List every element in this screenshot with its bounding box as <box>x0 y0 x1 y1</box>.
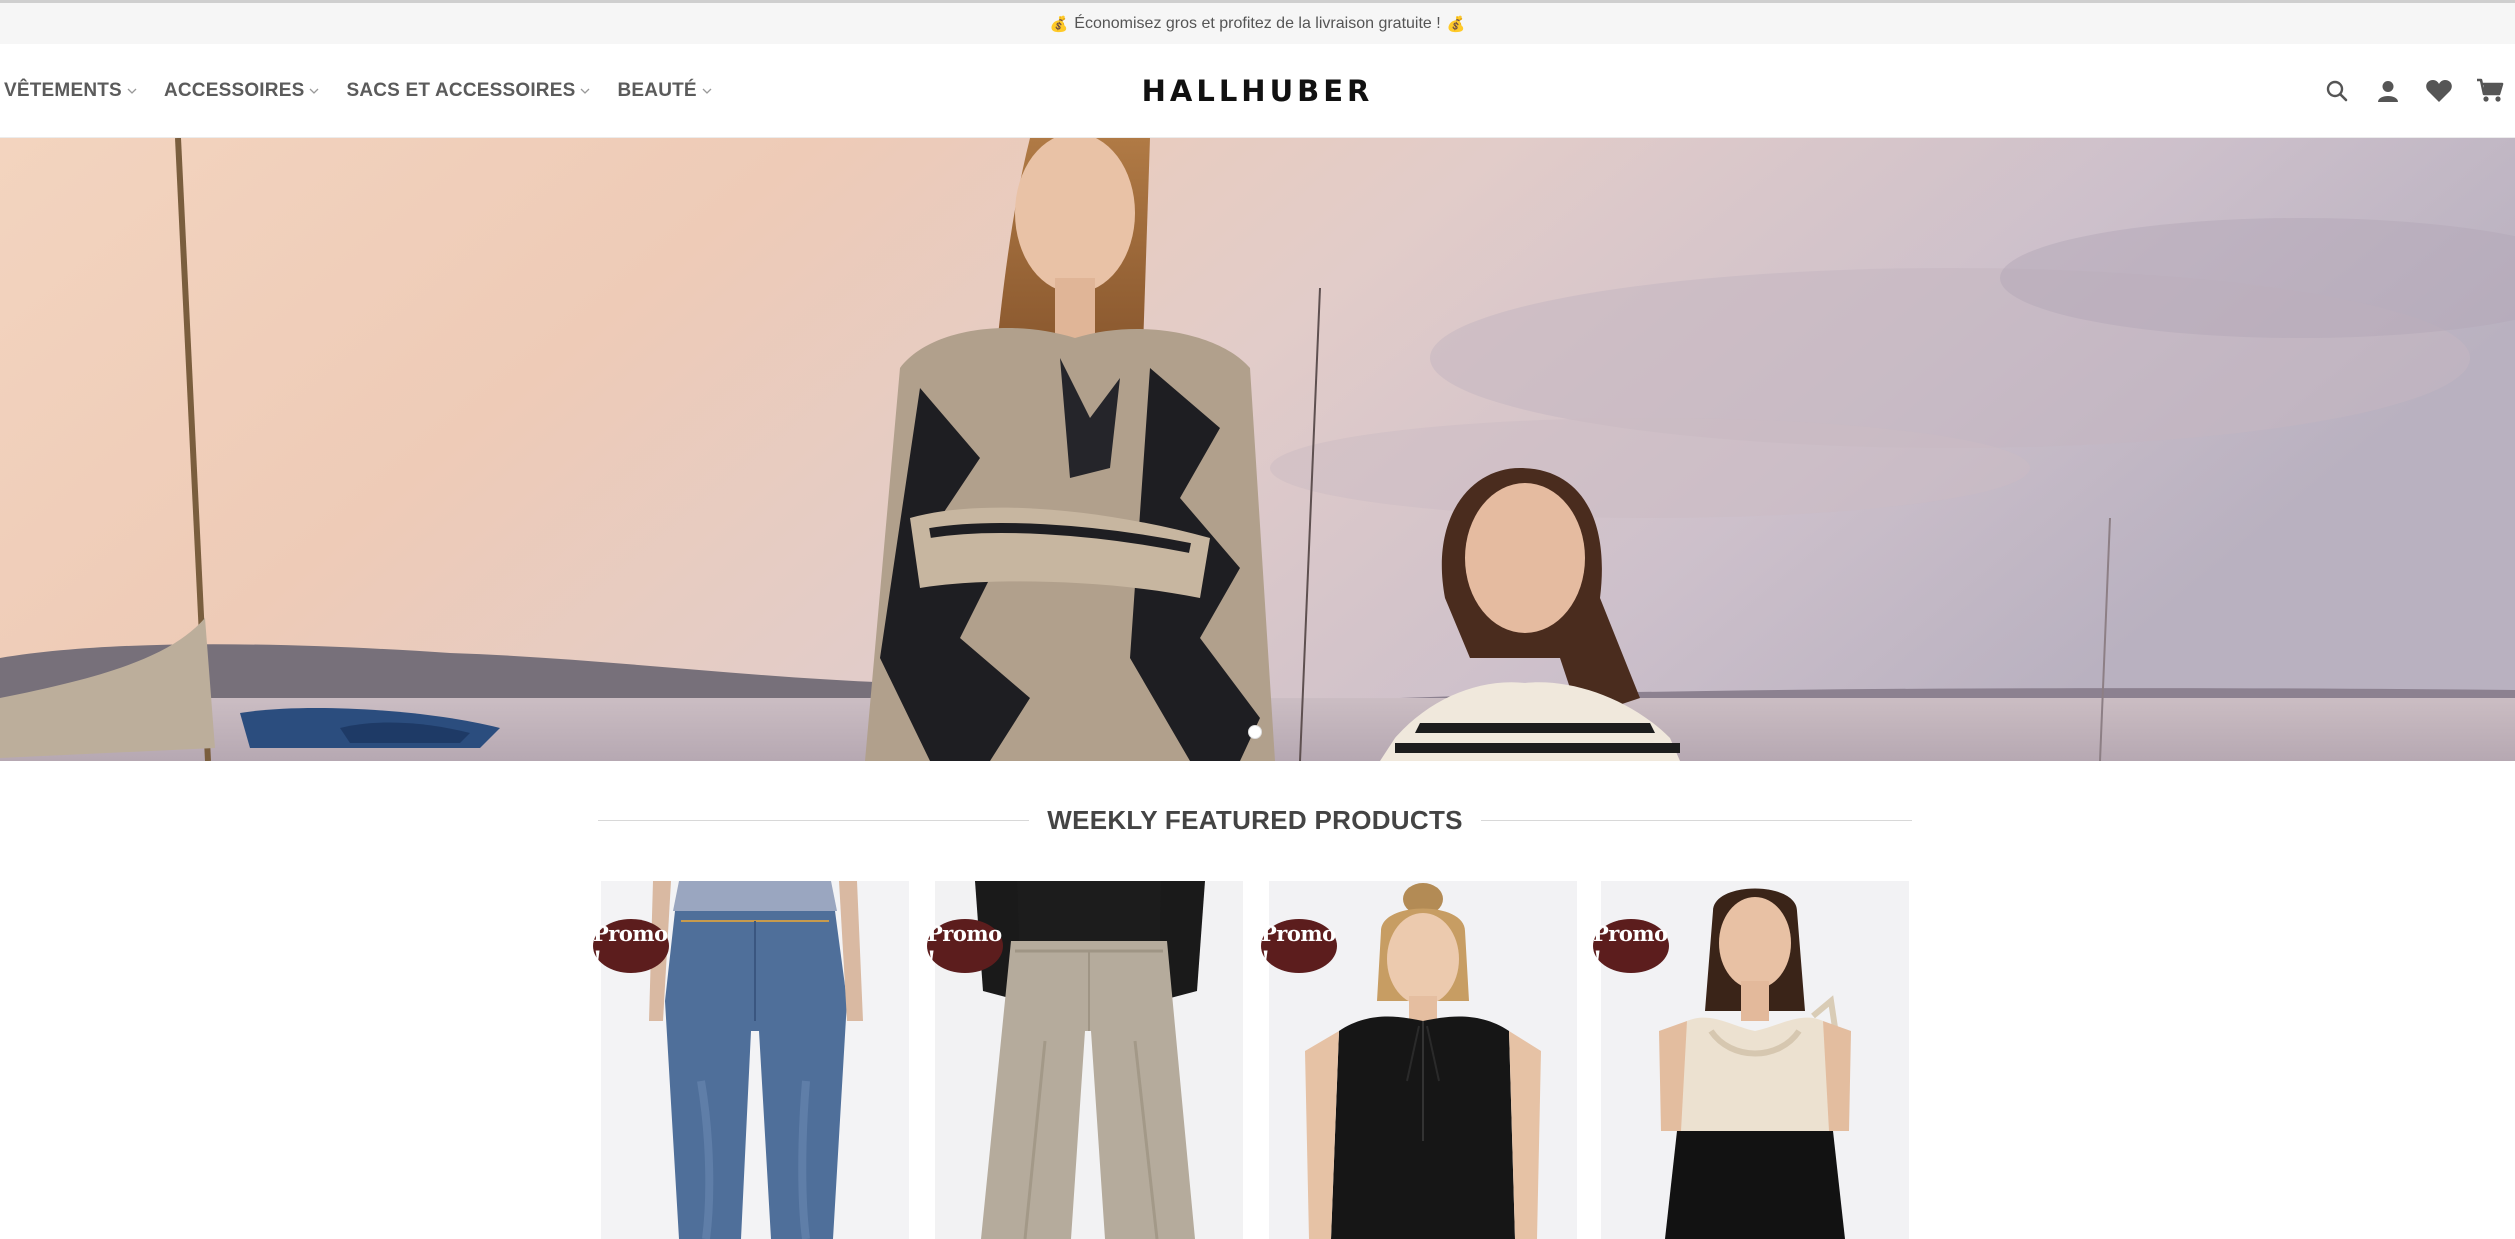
site-header: VÊTEMENTS ACCESSOIRES SACS ET ACCESSOIRE… <box>0 44 2515 138</box>
money-bag-icon: 💰 <box>1446 15 1466 33</box>
promo-badge: Promo ! <box>593 919 669 973</box>
nav-item-label: SACS ET ACCESSOIRES <box>346 80 576 101</box>
promo-badge: Promo ! <box>1593 919 1669 973</box>
hero-banner[interactable] <box>0 138 2515 761</box>
nav-item-beaute[interactable]: BEAUTÉ <box>617 80 712 102</box>
announcement-text: Économisez gros et profitez de la livrai… <box>1074 14 1441 32</box>
divider-line <box>1480 819 1913 821</box>
chevron-down-icon <box>702 88 712 94</box>
nav-item-label: VÊTEMENTS <box>4 80 122 101</box>
hero-image <box>0 138 2515 761</box>
nav-item-label: ACCESSOIRES <box>163 80 305 101</box>
divider-line <box>598 819 1030 821</box>
announcement-bar: 💰 Économisez gros et profitez de la livr… <box>0 0 2515 44</box>
chevron-down-icon <box>127 88 137 94</box>
section-title: WEEKLY FEATURED PRODUCTS <box>1047 804 1463 835</box>
search-button[interactable] <box>2311 71 2362 111</box>
header-actions <box>2311 44 2515 138</box>
slider-dot-active[interactable] <box>1248 725 1262 739</box>
cart-button[interactable] <box>2464 71 2515 111</box>
nav-item-label: BEAUTÉ <box>617 80 697 101</box>
nav-item-accessoires[interactable]: ACCESSOIRES <box>164 80 321 102</box>
product-grid: Promo ! Promo ! Promo ! Promo ! <box>593 881 1913 1239</box>
main-nav: VÊTEMENTS ACCESSOIRES SACS ET ACCESSOIRE… <box>4 44 739 138</box>
chevron-down-icon <box>309 88 319 94</box>
nav-item-vetements[interactable]: VÊTEMENTS <box>4 80 138 102</box>
wishlist-heart-icon <box>2425 80 2452 102</box>
wishlist-button[interactable] <box>2413 71 2464 111</box>
promo-badge: Promo ! <box>1261 919 1337 973</box>
site-logo[interactable]: HALLHUBER <box>1142 74 1374 108</box>
promo-badge: Promo ! <box>927 919 1003 973</box>
chevron-down-icon <box>581 88 590 94</box>
cart-icon <box>2476 78 2503 102</box>
money-bag-icon: 💰 <box>1049 15 1069 33</box>
account-icon <box>2377 81 2398 102</box>
nav-item-sacs-et-accessoires[interactable]: SACS ET ACCESSOIRES <box>346 80 591 102</box>
featured-section-header: WEEKLY FEATURED PRODUCTS <box>598 800 1913 840</box>
search-icon <box>2326 80 2347 102</box>
account-button[interactable] <box>2362 71 2413 111</box>
